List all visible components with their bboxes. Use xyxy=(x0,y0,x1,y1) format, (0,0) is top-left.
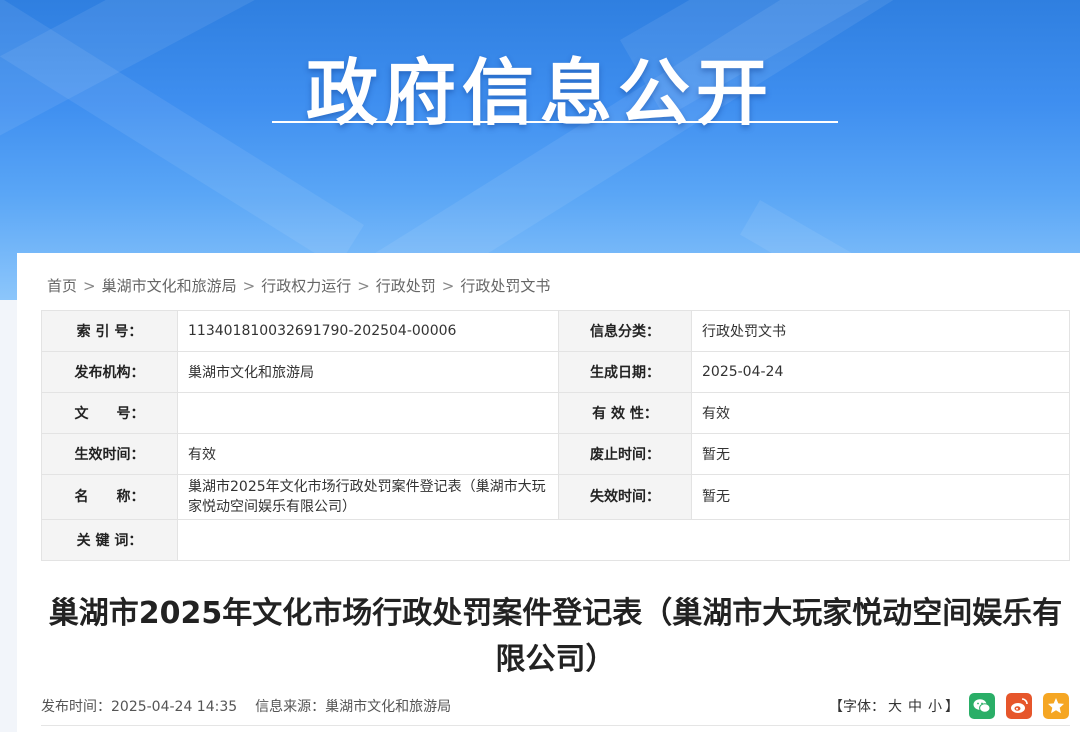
created-date-value: 2025-04-24 xyxy=(691,351,1070,393)
content-panel: 首页 > 巢湖市文化和旅游局 > 行政权力运行 > 行政处罚 > 行政处罚文书 索 引 号： 1… xyxy=(17,253,1080,732)
repeal-time-value: 暂无 xyxy=(691,433,1070,475)
document-title: 巢湖市2025年文化市场行政处罚案件登记表（巢湖市大玩家悦动空间娱乐有限公司） xyxy=(48,596,1063,677)
publish-time-label: 发布时间： xyxy=(41,699,111,715)
effective-time-label: 生效时间： xyxy=(41,433,178,475)
keywords-label: 关 键 词： xyxy=(41,519,178,561)
expire-time-value: 暂无 xyxy=(691,474,1070,520)
breadcrumb-bureau[interactable]: 巢湖市文化和旅游局 xyxy=(102,277,237,295)
validity-value: 有效 xyxy=(691,392,1070,434)
index-value: 113401810032691790-202504-00006 xyxy=(177,310,559,352)
font-size-large-button[interactable]: 大 xyxy=(888,699,902,715)
breadcrumb-penalty-docs[interactable]: 行政处罚文书 xyxy=(460,277,550,295)
name-label: 名 称： xyxy=(41,474,178,520)
index-label: 索 引 号： xyxy=(41,310,178,352)
breadcrumb-penalty[interactable]: 行政处罚 xyxy=(376,277,436,295)
banner-underline xyxy=(272,121,838,123)
table-row: 生效时间： 有效 废止时间： 暂无 xyxy=(41,433,1070,475)
table-row: 关 键 词： xyxy=(41,519,1070,561)
expire-time-label: 失效时间： xyxy=(558,474,692,520)
repeal-time-label: 废止时间： xyxy=(558,433,692,475)
table-row: 文 号： 有 效 性： 有效 xyxy=(41,392,1070,434)
publisher-label: 发布机构： xyxy=(41,351,178,393)
font-size-close: 】 xyxy=(945,699,959,715)
source-label: 信息来源： xyxy=(255,699,326,715)
breadcrumb-separator: > xyxy=(83,277,96,295)
keywords-value xyxy=(177,519,1070,561)
weibo-icon[interactable] xyxy=(1006,693,1032,719)
name-value: 巢湖市2025年文化市场行政处罚案件登记表（巢湖市大玩家悦动空间娱乐有限公司） xyxy=(177,474,559,520)
validity-label: 有 效 性： xyxy=(558,392,692,434)
metadata-table: 索 引 号： 113401810032691790-202504-00006 信… xyxy=(41,310,1070,561)
category-label: 信息分类： xyxy=(558,310,692,352)
font-size-open: 【字体： xyxy=(829,699,885,715)
publish-time-value: 2025-04-24 14:35 xyxy=(111,699,238,715)
breadcrumb-power-operation[interactable]: 行政权力运行 xyxy=(261,277,351,295)
table-row: 名 称： 巢湖市2025年文化市场行政处罚案件登记表（巢湖市大玩家悦动空间娱乐有… xyxy=(41,474,1070,520)
favorite-icon[interactable] xyxy=(1043,693,1069,719)
doc-number-label: 文 号： xyxy=(41,392,178,434)
font-size-control: 【字体：大中小】 xyxy=(829,696,959,716)
wechat-icon[interactable] xyxy=(969,693,995,719)
font-size-small-button[interactable]: 小 xyxy=(928,699,942,715)
table-row: 索 引 号： 113401810032691790-202504-00006 信… xyxy=(41,310,1070,352)
publish-info: 发布时间：2025-04-24 14:35 信息来源：巢湖市文化和旅游局 xyxy=(41,696,451,716)
font-size-medium-button[interactable]: 中 xyxy=(908,699,922,715)
effective-time-value: 有效 xyxy=(177,433,559,475)
breadcrumb: 首页 > 巢湖市文化和旅游局 > 行政权力运行 > 行政处罚 > 行政处罚文书 xyxy=(47,275,550,296)
banner-title: 政府信息公开 xyxy=(305,51,774,135)
source-value: 巢湖市文化和旅游局 xyxy=(325,699,452,715)
breadcrumb-separator: > xyxy=(357,277,370,295)
breadcrumb-separator: > xyxy=(242,277,256,295)
divider xyxy=(41,725,1070,726)
created-date-label: 生成日期： xyxy=(558,351,692,393)
doc-number-value xyxy=(177,392,559,434)
info-bar: 发布时间：2025-04-24 14:35 信息来源：巢湖市文化和旅游局 【字体：… xyxy=(41,693,1070,719)
publisher-value: 巢湖市文化和旅游局 xyxy=(177,351,559,393)
breadcrumb-home[interactable]: 首页 xyxy=(47,277,77,295)
category-value: 行政处罚文书 xyxy=(691,310,1070,352)
table-row: 发布机构： 巢湖市文化和旅游局 生成日期： 2025-04-24 xyxy=(41,351,1070,393)
breadcrumb-separator: > xyxy=(441,277,455,295)
